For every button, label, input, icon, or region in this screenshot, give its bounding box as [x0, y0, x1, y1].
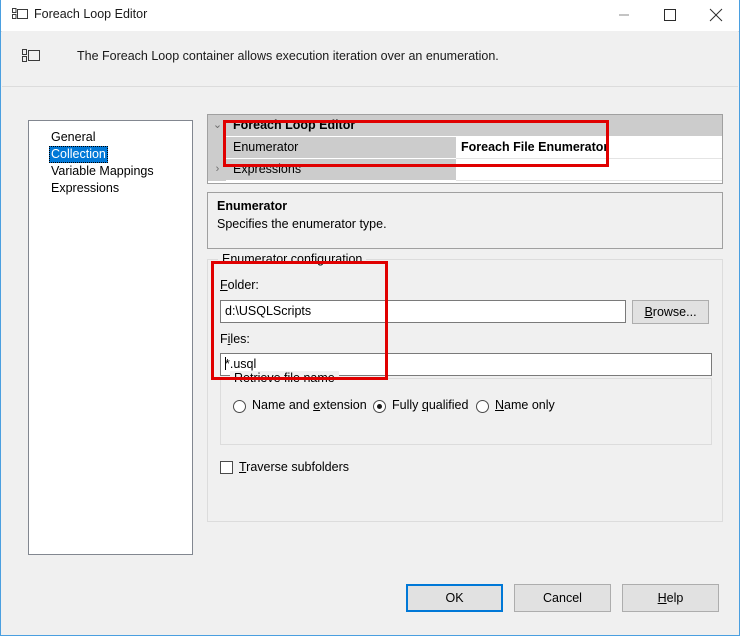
collection-page: ⌄ Foreach Loop Editor Enumerator Foreach…	[207, 114, 723, 552]
property-description-title: Enumerator	[217, 199, 288, 213]
banner-description-text: The Foreach Loop container allows execut…	[77, 49, 499, 63]
radio-circle-icon[interactable]	[476, 400, 489, 413]
chevron-right-icon[interactable]: ›	[212, 163, 223, 175]
property-value-expressions[interactable]	[456, 159, 722, 181]
text-caret	[225, 357, 226, 370]
property-description-panel: Enumerator Specifies the enumerator type…	[207, 192, 723, 249]
enumerator-configuration-group: Enumerator configuration Folder: d:\USQL…	[207, 252, 723, 522]
traverse-subfolders-label: Traverse subfolders	[239, 460, 349, 474]
property-name-expressions: Expressions	[226, 159, 456, 181]
property-value-enumerator[interactable]: Foreach File Enumerator	[456, 137, 722, 159]
help-button[interactable]: Help	[622, 584, 719, 612]
window-title: Foreach Loop Editor	[34, 7, 148, 21]
minimize-button[interactable]	[601, 0, 647, 30]
property-grid-gutter	[208, 137, 226, 159]
property-grid-gutter: ›	[208, 159, 226, 181]
sidebar-item-expressions[interactable]: Expressions	[49, 180, 121, 197]
property-grid-gutter: ⌄	[208, 115, 226, 137]
property-description-body: Specifies the enumerator type.	[217, 217, 387, 231]
ok-button[interactable]: OK	[406, 584, 503, 612]
dialog-window: Foreach Loop Editor The Foreach Loop con…	[0, 0, 740, 636]
title-bar: Foreach Loop Editor	[1, 0, 739, 32]
property-row-enumerator[interactable]: Enumerator Foreach File Enumerator	[208, 137, 722, 159]
radio-circle-icon[interactable]	[373, 400, 386, 413]
folder-label: Folder:	[220, 278, 259, 292]
radio-circle-icon[interactable]	[233, 400, 246, 413]
maximize-button[interactable]	[647, 0, 693, 30]
folder-input-value: d:\USQLScripts	[225, 304, 312, 318]
radio-label-name-only: Name only	[495, 398, 555, 412]
property-grid[interactable]: ⌄ Foreach Loop Editor Enumerator Foreach…	[207, 114, 723, 184]
foreach-loop-icon	[22, 49, 41, 66]
retrieve-file-name-group: Retrieve file name Name and extension Fu…	[220, 371, 712, 445]
property-grid-category-row[interactable]: ⌄ Foreach Loop Editor	[208, 115, 722, 137]
description-banner: The Foreach Loop container allows execut…	[2, 31, 738, 87]
cancel-button[interactable]: Cancel	[514, 584, 611, 612]
files-label: Files:	[220, 332, 250, 346]
chevron-down-icon[interactable]: ⌄	[212, 119, 223, 131]
radio-label-fully-qualified: Fully qualified	[392, 398, 469, 412]
property-grid-category-value	[456, 115, 722, 137]
retrieve-file-name-title: Retrieve file name	[230, 371, 339, 385]
browse-button[interactable]: Browse...	[632, 300, 709, 324]
foreach-loop-icon	[12, 8, 29, 23]
property-grid-category-name: Foreach Loop Editor	[226, 115, 456, 137]
sidebar-item-collection[interactable]: Collection	[49, 146, 108, 163]
page-navigation-list[interactable]: General Collection Variable Mappings Exp…	[28, 120, 193, 555]
folder-input[interactable]: d:\USQLScripts	[220, 300, 626, 323]
checkbox-icon[interactable]	[220, 461, 233, 474]
enumerator-configuration-title: Enumerator configuration	[218, 252, 367, 266]
property-row-expressions[interactable]: › Expressions	[208, 159, 722, 181]
files-input-value: *.usql	[225, 357, 257, 371]
sidebar-item-variable-mappings[interactable]: Variable Mappings	[49, 163, 156, 180]
property-name-enumerator: Enumerator	[226, 137, 456, 159]
dialog-body: General Collection Variable Mappings Exp…	[2, 87, 738, 634]
sidebar-item-general[interactable]: General	[49, 129, 97, 146]
radio-label-name-and-extension: Name and extension	[252, 398, 367, 412]
close-icon[interactable]	[693, 0, 739, 30]
